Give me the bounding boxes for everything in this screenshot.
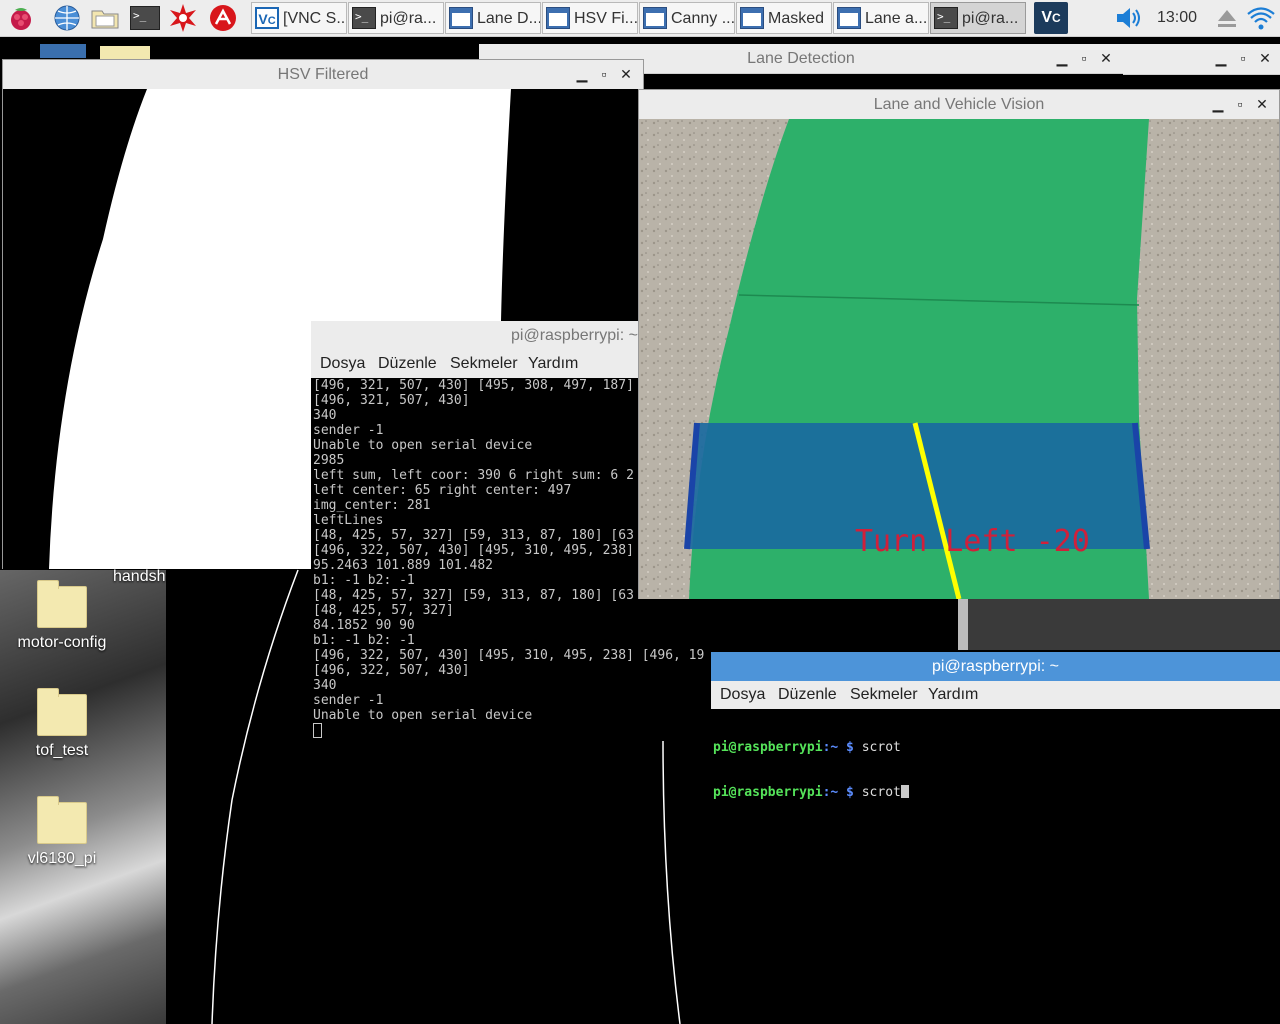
window-icon bbox=[449, 7, 473, 29]
menu-dosya[interactable]: Dosya bbox=[320, 355, 365, 373]
camera-feed: Turn Left -20 bbox=[639, 119, 1279, 599]
turn-indicator: Turn Left -20 bbox=[855, 524, 1090, 559]
menu-dosya[interactable]: Dosya bbox=[720, 686, 765, 704]
menu-yardim[interactable]: Yardım bbox=[928, 686, 978, 704]
terminal-icon: >_ bbox=[352, 7, 376, 29]
desktop-folder-vl6180-pi[interactable]: vl6180_pi bbox=[0, 796, 132, 868]
terminal-line: Unable to open serial device bbox=[313, 708, 533, 723]
window-icon bbox=[643, 7, 667, 29]
close-icon[interactable]: ✕ bbox=[1095, 50, 1117, 67]
folder-icon bbox=[37, 688, 87, 736]
wifi-icon[interactable] bbox=[1246, 3, 1276, 33]
window-icon bbox=[740, 7, 764, 29]
lane-detection-edge bbox=[958, 598, 968, 650]
desktop-icon-partial[interactable] bbox=[40, 44, 86, 58]
text-cursor bbox=[900, 785, 909, 798]
file-manager-icon[interactable] bbox=[90, 3, 120, 33]
vnc-icon: VC bbox=[255, 7, 279, 29]
close-icon[interactable]: ✕ bbox=[1251, 96, 1273, 113]
window-terminal-2: pi@raspberrypi: ~ Dosya Düzenle Sekmeler… bbox=[711, 652, 1280, 1024]
task-lane-and-vehicle-vision[interactable]: Lane a... bbox=[833, 2, 929, 34]
titlebar[interactable]: HSV Filtered ▁ ▫ ✕ bbox=[3, 60, 643, 90]
wolfram-icon[interactable] bbox=[208, 3, 238, 33]
close-icon[interactable]: ✕ bbox=[1254, 50, 1276, 67]
maximize-icon[interactable]: ▫ bbox=[593, 66, 615, 82]
task-terminal-1[interactable]: >_ pi@ra... bbox=[348, 2, 444, 34]
desktop-folder-motor-config[interactable]: motor-config bbox=[0, 580, 132, 652]
titlebar[interactable]: pi@raspberrypi: ~ bbox=[711, 652, 1280, 682]
terminal-line: 84.1852 90 90 bbox=[313, 618, 415, 633]
task-terminal-2[interactable]: >_ pi@ra... bbox=[930, 2, 1026, 34]
desktop-folder-partial[interactable] bbox=[100, 46, 150, 60]
terminal-line: [496, 322, 507, 430] bbox=[313, 663, 470, 678]
clock[interactable]: 13:00 bbox=[1157, 9, 1197, 27]
desktop-folder-tof-test[interactable]: tof_test bbox=[0, 688, 132, 760]
taskbar: >_ VC [VNC S... >_ pi@ra... Lane D... HS… bbox=[0, 0, 1280, 37]
window-icon bbox=[837, 7, 861, 29]
window-icon bbox=[546, 7, 570, 29]
menu-sekmeler[interactable]: Sekmeler bbox=[850, 686, 918, 704]
prompt-line: pi@raspberrypi:~ $ scrot bbox=[713, 785, 1278, 800]
menu-duzenle[interactable]: Düzenle bbox=[378, 355, 437, 373]
lane-detection-strip bbox=[968, 598, 1280, 650]
task-canny[interactable]: Canny ... bbox=[639, 2, 735, 34]
minimize-icon[interactable]: ▁ bbox=[1051, 50, 1073, 67]
terminal-line: b1: -1 b2: -1 bbox=[313, 633, 415, 648]
task-hsv-filtered[interactable]: HSV Fi... bbox=[542, 2, 638, 34]
terminal-line: sender -1 bbox=[313, 693, 384, 708]
window-canny-titlebar[interactable]: ▁ ▫ ✕ bbox=[1123, 44, 1280, 75]
terminal-line: [496, 322, 507, 430] [495, 310, 495, 238… bbox=[313, 648, 705, 663]
terminal-icon: >_ bbox=[934, 7, 958, 29]
prompt-line: pi@raspberrypi:~ $ scrot bbox=[713, 740, 901, 755]
desktop-item-handsh[interactable]: handsh bbox=[113, 568, 166, 586]
terminal-cursor-line bbox=[313, 723, 729, 740]
minimize-icon[interactable]: ▁ bbox=[1207, 96, 1229, 113]
task-lane-detection[interactable]: Lane D... bbox=[445, 2, 541, 34]
maximize-icon[interactable]: ▫ bbox=[1073, 50, 1095, 66]
window-lane-and-vehicle-vision: Lane and Vehicle Vision ▁ ▫ ✕ Turn Left -2… bbox=[638, 89, 1280, 599]
vnc-tray-icon[interactable]: VC bbox=[1034, 2, 1068, 34]
minimize-icon[interactable]: ▁ bbox=[571, 66, 593, 83]
maximize-icon[interactable]: ▫ bbox=[1232, 50, 1254, 66]
terminal-line: 340 bbox=[313, 678, 337, 693]
terminal-output[interactable]: pi@raspberrypi:~ $ scrot pi@raspberrypi:… bbox=[713, 710, 1278, 1022]
volume-icon[interactable] bbox=[1114, 3, 1144, 33]
close-icon[interactable]: ✕ bbox=[615, 66, 637, 83]
task-masked[interactable]: Masked bbox=[736, 2, 832, 34]
menu-yardim[interactable]: Yardım bbox=[528, 355, 578, 373]
terminal-line: [48, 425, 57, 327] bbox=[313, 603, 454, 618]
task-vnc-server[interactable]: VC [VNC S... bbox=[251, 2, 347, 34]
maximize-icon[interactable]: ▫ bbox=[1229, 96, 1251, 112]
raspberry-menu-icon[interactable] bbox=[6, 3, 36, 33]
terminal-launcher-icon[interactable]: >_ bbox=[130, 3, 160, 33]
menu-duzenle[interactable]: Düzenle bbox=[778, 686, 837, 704]
eject-icon[interactable] bbox=[1212, 3, 1242, 33]
menu-sekmeler[interactable]: Sekmeler bbox=[450, 355, 518, 373]
text-cursor bbox=[313, 723, 322, 738]
menubar: Dosya Düzenle Sekmeler Yardım bbox=[711, 681, 1280, 709]
folder-icon bbox=[37, 796, 87, 844]
mathematica-icon[interactable] bbox=[168, 3, 198, 33]
folder-icon bbox=[37, 580, 87, 628]
titlebar[interactable]: Lane and Vehicle Vision ▁ ▫ ✕ bbox=[639, 90, 1279, 120]
web-browser-icon[interactable] bbox=[52, 3, 82, 33]
minimize-icon[interactable]: ▁ bbox=[1210, 50, 1232, 67]
